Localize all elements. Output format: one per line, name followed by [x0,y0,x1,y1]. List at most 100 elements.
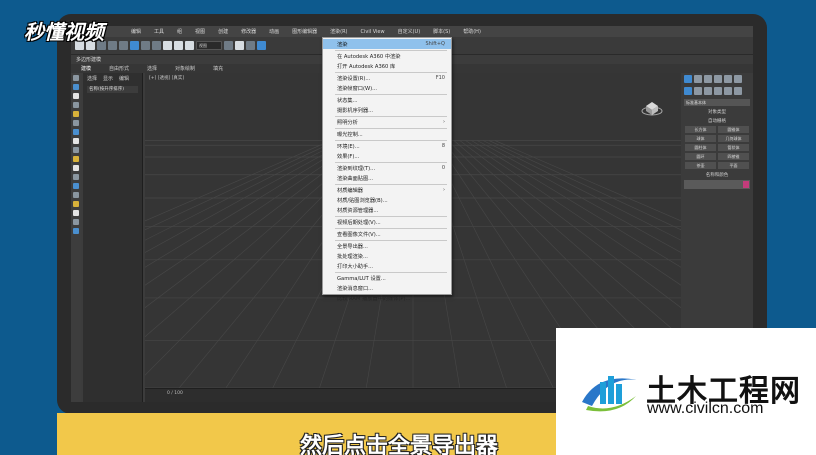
render-menu-item[interactable]: 摄影机序列器... [323,105,451,115]
primitive-type-select[interactable]: 标准基本体 [684,99,750,106]
pyramid-button[interactable]: 四棱锥 [718,153,749,160]
tool-icon[interactable] [73,156,79,162]
autogrid-checkbox[interactable]: 自动栅格 [684,118,750,124]
ribbon-tab-object-paint[interactable]: 对象绘制 [175,65,195,72]
scene-column-header[interactable]: 名称(按升序排序) [87,86,138,93]
render-menu-item[interactable]: 批处理渲染... [323,251,451,261]
select-by-name-icon[interactable] [141,41,150,50]
menu-rendering[interactable]: 渲染(R) [330,28,347,35]
tool-icon[interactable] [73,165,79,171]
name-color-rollout[interactable]: 名称和颜色 [684,172,750,178]
tool-icon[interactable] [73,201,79,207]
render-menu-item[interactable]: 全景导出器... [323,241,451,251]
menu-create[interactable]: 创建 [218,28,228,35]
bind-icon[interactable] [119,41,128,50]
render-menu-item[interactable]: 渲染消息窗口... [323,283,451,293]
render-menu-item[interactable]: 照明分析 › [323,117,451,127]
render-menu-item[interactable]: 打印大小助手... [323,261,451,271]
create-tab-icon[interactable] [684,75,692,83]
render-menu-item[interactable]: 渲染曲面贴图... [323,173,451,183]
reference-coord-select[interactable]: 视图 [196,41,222,50]
menu-help[interactable]: 帮助(H) [463,28,481,35]
tool-icon[interactable] [73,129,79,135]
object-name-field[interactable] [684,180,750,189]
render-icon[interactable] [257,41,266,50]
menu-modifiers[interactable]: 修改器 [241,28,256,35]
render-menu-item[interactable]: 曝光控制... [323,129,451,139]
render-menu-item[interactable]: 打开 Autodesk A360 库 [323,61,451,71]
tool-icon[interactable] [73,210,79,216]
tool-icon[interactable] [73,228,79,234]
tool-icon[interactable] [73,183,79,189]
render-menu-item[interactable]: 材质编辑器 › [323,185,451,195]
shapes-icon[interactable] [694,87,702,95]
menu-tools[interactable]: 工具 [154,28,164,35]
viewcube-icon[interactable] [641,97,663,119]
motion-tab-icon[interactable] [714,75,722,83]
scale-icon[interactable] [185,41,194,50]
geosphere-button[interactable]: 几何球体 [718,135,749,142]
select-object-icon[interactable] [130,41,139,50]
tool-icon[interactable] [73,174,79,180]
menu-customize[interactable]: 自定义(U) [398,28,421,35]
rotate-icon[interactable] [174,41,183,50]
pivot-icon[interactable] [224,41,233,50]
render-menu-item[interactable]: 渲染帧窗口(W)... [323,83,451,93]
render-menu-item[interactable]: 材质/贴图浏览器(B)... [323,195,451,205]
ribbon-tab-selection[interactable]: 选择 [147,65,157,72]
tool-icon[interactable] [73,147,79,153]
menu-group[interactable]: 组 [177,28,182,35]
tool-icon[interactable] [73,138,79,144]
tool-icon[interactable] [73,84,79,90]
teapot-button[interactable]: 茶壶 [685,162,716,169]
helpers-icon[interactable] [724,87,732,95]
tube-button[interactable]: 管状体 [718,144,749,151]
render-menu-item[interactable]: 比较 RAM 播放器中的媒体(P)... [323,293,451,303]
menu-animation[interactable]: 动画 [269,28,279,35]
tool-icon[interactable] [73,102,79,108]
move-icon[interactable] [163,41,172,50]
object-type-rollout[interactable]: 对象类型 [684,109,750,115]
spacewarps-icon[interactable] [734,87,742,95]
render-menu-item[interactable]: 在 Autodesk A360 中渲染 [323,51,451,61]
tool-icon[interactable] [73,75,79,81]
cylinder-button[interactable]: 圆柱体 [685,144,716,151]
menu-scripting[interactable]: 脚本(S) [433,28,450,35]
render-menu-item[interactable]: 状态集... [323,95,451,105]
plane-button[interactable]: 平面 [718,162,749,169]
tool-icon[interactable] [73,192,79,198]
display-tab-icon[interactable] [724,75,732,83]
hierarchy-tab-icon[interactable] [704,75,712,83]
sphere-button[interactable]: 球体 [685,135,716,142]
render-menu-item[interactable]: 渲染设置(R)... F10 [323,73,451,83]
utilities-tab-icon[interactable] [734,75,742,83]
render-menu-item[interactable]: 材质资源管理器... [323,205,451,215]
menu-views[interactable]: 视图 [195,28,205,35]
tool-icon[interactable] [73,93,79,99]
snap-icon[interactable] [235,41,244,50]
tool-icon[interactable] [73,219,79,225]
cone-button[interactable]: 圆锥体 [718,126,749,133]
angle-snap-icon[interactable] [246,41,255,50]
render-menu-item[interactable]: Gamma/LUT 设置... [323,273,451,283]
modify-tab-icon[interactable] [694,75,702,83]
render-menu-item[interactable]: 渲染 Shift+Q [323,39,451,49]
render-menu-item[interactable]: 效果(F)... [323,151,451,161]
cameras-icon[interactable] [714,87,722,95]
scene-tab-edit[interactable]: 编辑 [119,75,129,82]
ribbon-tab-populate[interactable]: 填充 [213,65,223,72]
render-menu-item[interactable]: 视频后期处理(V)... [323,217,451,227]
tool-icon[interactable] [73,120,79,126]
scene-tab-display[interactable]: 显示 [103,75,113,82]
scene-tab-select[interactable]: 选择 [87,75,97,82]
torus-button[interactable]: 圆环 [685,153,716,160]
tool-icon[interactable] [73,111,79,117]
render-menu-item[interactable]: 查看图像文件(V)... [323,229,451,239]
box-button[interactable]: 长方体 [685,126,716,133]
ribbon-tab-modeling[interactable]: 建模 [81,65,91,72]
object-color-swatch[interactable] [743,181,749,188]
unlink-icon[interactable] [108,41,117,50]
geometry-icon[interactable] [684,87,692,95]
rect-selection-icon[interactable] [152,41,161,50]
viewport-label[interactable]: [+] [透视] [真实] [149,75,184,81]
